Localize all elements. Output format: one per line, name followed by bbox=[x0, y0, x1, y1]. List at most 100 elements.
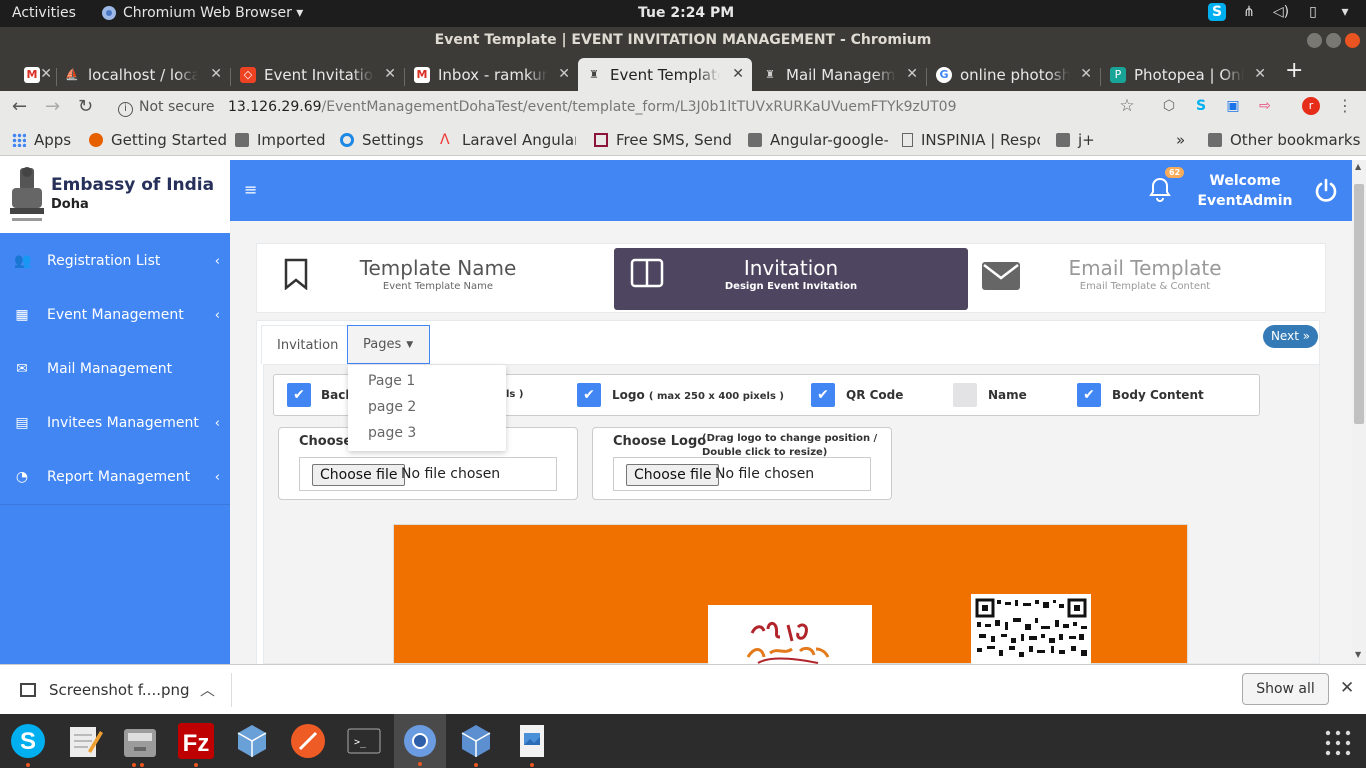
logo-checkbox[interactable]: ✔ bbox=[577, 383, 601, 407]
dropdown-item-page-3[interactable]: page 3 bbox=[368, 425, 416, 441]
bookmark-jplus[interactable]: j+ bbox=[1056, 131, 1095, 149]
close-icon[interactable]: ✕ bbox=[1340, 678, 1354, 698]
scroll-down-icon[interactable]: ▼ bbox=[1355, 650, 1361, 659]
chevron-up-icon[interactable]: ︿ bbox=[200, 679, 215, 700]
tab-event-template[interactable]: ♜ Event Template ✕ bbox=[578, 58, 752, 91]
address-bar[interactable]: 13.126.29.69/EventManagementDohaTest/eve… bbox=[228, 99, 956, 115]
chevron-down-icon[interactable]: ▾ bbox=[1336, 3, 1354, 21]
show-all-button[interactable]: Show all bbox=[1242, 673, 1329, 705]
background-checkbox[interactable]: ✔ bbox=[287, 383, 311, 407]
tab-pages-dropdown[interactable]: Pages ▼ bbox=[347, 325, 430, 364]
skype-extension-icon[interactable]: S bbox=[1192, 97, 1210, 115]
profile-avatar[interactable]: r bbox=[1302, 97, 1320, 115]
dropdown-item-page-2[interactable]: page 2 bbox=[368, 399, 416, 415]
filezilla-launcher[interactable]: Fz bbox=[176, 721, 216, 767]
reload-button[interactable]: ↻ bbox=[78, 96, 93, 117]
network-icon[interactable]: ⋔ bbox=[1240, 3, 1258, 21]
virtualbox-launcher[interactable] bbox=[232, 721, 272, 761]
tab-invitation[interactable]: Invitation bbox=[261, 325, 355, 364]
step-template-name[interactable]: Template Name Event Template Name bbox=[261, 248, 615, 310]
dropdown-item-page-1[interactable]: Page 1 bbox=[368, 373, 415, 389]
tab-gmail[interactable]: M ✕ bbox=[16, 58, 56, 91]
text-editor-launcher[interactable] bbox=[64, 721, 104, 761]
clock[interactable]: Tue 2:24 PM bbox=[638, 5, 734, 21]
power-icon[interactable] bbox=[1314, 178, 1338, 202]
sidebar-item-event-management[interactable]: ▦ Event Management ‹ bbox=[0, 288, 230, 342]
choose-file-button[interactable]: Choose file bbox=[626, 464, 720, 486]
activities-button[interactable]: Activities bbox=[12, 5, 76, 21]
page-scrollbar[interactable]: ▲ ▼ bbox=[1352, 160, 1366, 664]
tab-localhost[interactable]: ⛵ localhost / localhost ✕ bbox=[56, 58, 230, 91]
sidebar-item-registration-list[interactable]: 👥 Registration List ‹ bbox=[0, 234, 230, 288]
maximize-button[interactable] bbox=[1326, 33, 1341, 48]
bookmarks-overflow[interactable]: » bbox=[1176, 131, 1185, 149]
system-tray[interactable]: S ⋔ ◁) ▯ ▾ bbox=[1208, 3, 1354, 21]
invitation-logo[interactable] bbox=[708, 605, 872, 664]
qr-code-checkbox[interactable]: ✔ bbox=[811, 383, 835, 407]
image-viewer-launcher[interactable] bbox=[512, 721, 552, 767]
tab-online-photoshop[interactable]: G online photoshop ✕ bbox=[928, 58, 1100, 91]
bookmark-inspinia[interactable]: INSPINIA | Respo bbox=[902, 131, 1040, 149]
close-tab-icon[interactable]: ✕ bbox=[384, 66, 396, 82]
bookmark-settings[interactable]: Settings bbox=[340, 131, 424, 149]
bookmark-star-icon[interactable]: ☆ bbox=[1118, 97, 1136, 115]
sidebar-item-invitees-management[interactable]: ▤ Invitees Management ‹ bbox=[0, 396, 230, 450]
close-tab-icon[interactable]: ✕ bbox=[1080, 66, 1092, 82]
menu-toggle-button[interactable]: ≡ bbox=[244, 180, 257, 199]
tab-inbox[interactable]: M Inbox - ramkumar ✕ bbox=[406, 58, 578, 91]
chromium-launcher[interactable] bbox=[394, 714, 446, 768]
scroll-up-icon[interactable]: ▲ bbox=[1355, 162, 1361, 171]
close-tab-icon[interactable]: ✕ bbox=[40, 66, 52, 82]
close-tab-icon[interactable]: ✕ bbox=[906, 66, 918, 82]
skype-tray-icon[interactable]: S bbox=[1208, 3, 1226, 21]
sidebar-item-mail-management[interactable]: ✉ Mail Management bbox=[0, 342, 230, 396]
files-launcher[interactable] bbox=[120, 721, 160, 767]
bookmark-other[interactable]: Other bookmarks bbox=[1208, 131, 1360, 149]
virtualbox-2-launcher[interactable] bbox=[456, 721, 496, 767]
bookmark-angular-google[interactable]: Angular-google- bbox=[748, 131, 888, 149]
close-tab-icon[interactable]: ✕ bbox=[732, 66, 744, 82]
bookmark-laravel-angular[interactable]: Λ Laravel Angular bbox=[440, 131, 576, 149]
close-tab-icon[interactable]: ✕ bbox=[210, 66, 222, 82]
name-checkbox[interactable] bbox=[953, 383, 977, 407]
sidebar-item-report-management[interactable]: ◔ Report Management ‹ bbox=[0, 450, 230, 504]
app-menu[interactable]: Chromium Web Browser ▾ bbox=[101, 5, 303, 21]
bookmark-apps[interactable]: Apps bbox=[12, 131, 71, 149]
bookmark-free-sms[interactable]: Free SMS, Send F bbox=[594, 131, 732, 149]
tab-photopea[interactable]: P Photopea | Online ✕ bbox=[1102, 58, 1274, 91]
next-button[interactable]: Next » bbox=[1263, 325, 1318, 348]
qr-code[interactable] bbox=[971, 594, 1091, 664]
extension-icon[interactable]: ▣ bbox=[1224, 97, 1242, 115]
minimize-button[interactable] bbox=[1307, 33, 1322, 48]
close-tab-icon[interactable]: ✕ bbox=[1254, 66, 1266, 82]
bookmark-imported[interactable]: Imported bbox=[235, 131, 326, 149]
body-content-checkbox[interactable]: ✔ bbox=[1077, 383, 1101, 407]
forward-button[interactable]: → bbox=[45, 96, 60, 117]
bell-icon[interactable] bbox=[1148, 176, 1172, 202]
step-invitation[interactable]: Invitation Design Event Invitation bbox=[614, 248, 968, 310]
back-button[interactable]: ← bbox=[12, 96, 27, 117]
terminal-launcher[interactable]: >_ bbox=[344, 721, 384, 761]
close-tab-icon[interactable]: ✕ bbox=[558, 66, 570, 82]
menu-icon[interactable]: ⋮ bbox=[1336, 97, 1354, 115]
background-file-input[interactable]: Choose file No file chosen bbox=[299, 457, 557, 491]
tab-mail-management[interactable]: ♜ Mail Management ✕ bbox=[754, 58, 926, 91]
skype-launcher[interactable]: S bbox=[8, 721, 48, 767]
new-tab-button[interactable]: + bbox=[1285, 58, 1303, 83]
download-item[interactable]: Screenshot f....png bbox=[49, 681, 190, 699]
postman-launcher[interactable] bbox=[288, 721, 328, 761]
security-indicator[interactable]: i Not secure bbox=[118, 99, 215, 117]
tab-event-invitation[interactable]: ◇ Event Invitation ✕ bbox=[232, 58, 404, 91]
logo-file-input[interactable]: Choose file No file chosen bbox=[613, 457, 871, 491]
show-applications-icon[interactable] bbox=[1325, 730, 1351, 756]
extension-cube-icon[interactable]: ⬡ bbox=[1160, 97, 1178, 115]
step-email-template[interactable]: Email Template Email Template & Content bbox=[968, 248, 1322, 310]
scrollbar-thumb[interactable] bbox=[1354, 184, 1364, 424]
close-window-button[interactable] bbox=[1345, 33, 1360, 48]
choose-file-button[interactable]: Choose file bbox=[312, 464, 406, 486]
volume-icon[interactable]: ◁) bbox=[1272, 3, 1290, 21]
brand[interactable]: Embassy of India Doha bbox=[0, 160, 230, 233]
bookmark-getting-started[interactable]: Getting Started bbox=[89, 131, 227, 149]
extension-arrow-icon[interactable]: ⇨ bbox=[1256, 97, 1274, 115]
battery-icon[interactable]: ▯ bbox=[1304, 3, 1322, 21]
